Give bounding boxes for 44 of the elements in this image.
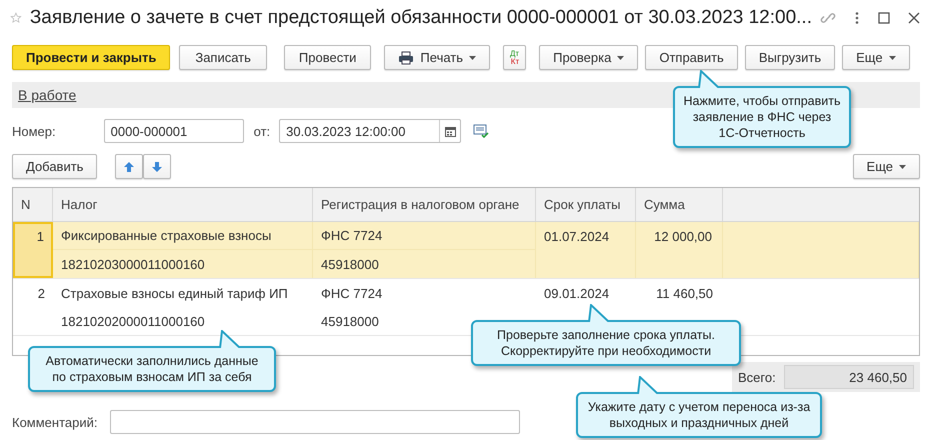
number-label: Номер: — [12, 124, 56, 138]
date-field[interactable]: 30.03.2023 12:00:00 — [279, 119, 462, 143]
table-cell: 1 — [36, 229, 44, 244]
column-header[interactable]: Регистрация в налоговом органе — [313, 188, 536, 221]
table-cell: 45918000 — [321, 314, 379, 328]
table-cell: 2 — [38, 286, 45, 301]
table-cell: 01.07.2024 — [544, 229, 610, 244]
dropdown-button[interactable]: Проверка — [539, 45, 638, 70]
dropdown-button[interactable]: Еще — [852, 154, 920, 179]
window-title: Заявление о зачете в счет предстоящей обязанности 0000-000001 от 30.03.2023 12:00... — [30, 7, 812, 29]
column-header[interactable]: N — [13, 188, 53, 221]
column-header[interactable]: Срок уплаты — [536, 188, 636, 221]
callout-bubble: Укажите дату с учетом переноса из-за выходных и праздничных дней — [576, 392, 822, 438]
dt-kt-button[interactable]: Дт Кт — [503, 45, 526, 70]
callout-bubble: Нажмите, чтобы отправить заявление в ФНС через 1С-Отчетность — [673, 86, 851, 148]
status-link[interactable]: В работе — [18, 87, 76, 103]
toolbar-button[interactable]: Провести — [284, 45, 372, 70]
total-field: 23 460,50 — [784, 365, 914, 389]
table-cell: Фиксированные страховые взносы — [61, 228, 272, 243]
add-button[interactable]: Добавить — [12, 154, 98, 179]
table-cell: 11 460,50 — [656, 286, 713, 301]
comment-label: Комментарий: — [12, 414, 98, 430]
column-header[interactable]: Налог — [53, 188, 313, 221]
table-cell: Страховые взносы единый тариф ИП — [61, 286, 288, 300]
total-label: Всего: — [738, 370, 776, 384]
toolbar-button[interactable]: Отправить — [645, 45, 738, 70]
callout-bubble: Автоматически заполнились данные по страховым взносам ИП за себя — [28, 346, 276, 392]
table-cell: 12 000,00 — [654, 229, 712, 244]
column-header[interactable]: Сумма — [636, 188, 723, 221]
table-row[interactable]: 1 Фиксированные страховые взносы ФНС 7724 01.07.2024 12 000,00 18210203000011000160 45918000 — [13, 222, 919, 279]
print-button[interactable]: Печать — [384, 45, 490, 70]
toolbar-button[interactable]: Записать — [179, 45, 267, 70]
table-cell: 18210202000011000160 — [61, 314, 205, 328]
number-field[interactable]: 0000-000001 — [104, 119, 244, 143]
table-cell: 18210203000011000160 — [61, 256, 205, 272]
table-cell: 09.01.2024 — [544, 286, 610, 301]
table-cell: 45918000 — [321, 256, 379, 272]
table-cell: ФНС 7724 — [321, 228, 382, 243]
toolbar-button[interactable]: Выгрузить — [744, 45, 836, 70]
dropdown-button[interactable]: Еще — [842, 45, 910, 70]
date-label: от: — [254, 124, 270, 138]
callout-bubble: Проверьте заполнение срока уплаты. Скорректируйте при необходимости — [471, 320, 741, 366]
table-cell: ФНС 7724 — [321, 286, 382, 300]
post-and-close-button[interactable]: Провести и закрыть — [12, 45, 170, 70]
